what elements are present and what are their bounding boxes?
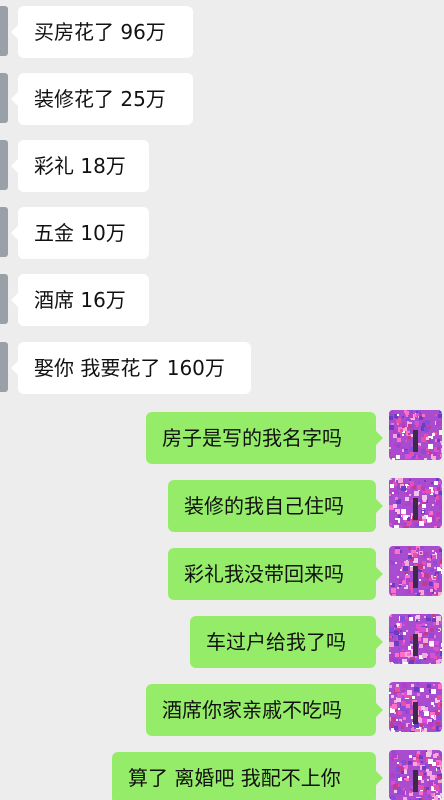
- sent-message[interactable]: 酒席你家亲戚不吃吗: [146, 684, 383, 736]
- received-message[interactable]: 五金 10万: [11, 207, 149, 259]
- sent-message[interactable]: 彩礼我没带回来吗: [168, 548, 383, 600]
- contact-avatar[interactable]: [0, 274, 8, 324]
- sent-message[interactable]: 算了 离婚吧 我配不上你: [112, 752, 383, 800]
- contact-avatar[interactable]: [0, 73, 8, 123]
- chat-window: 买房花了 96万 装修花了 25万 彩礼 18万 五金 10万 酒席 16万 娶…: [0, 0, 444, 800]
- sent-message[interactable]: 房子是写的我名字吗: [146, 412, 383, 464]
- sent-message[interactable]: 车过户给我了吗: [190, 616, 383, 668]
- contact-avatar[interactable]: [0, 140, 8, 190]
- colorful-avatar-icon[interactable]: [389, 682, 442, 732]
- sent-message[interactable]: 装修的我自己住吗: [168, 480, 383, 532]
- received-message[interactable]: 娶你 我要花了 160万: [11, 342, 251, 394]
- colorful-avatar-icon[interactable]: [389, 410, 442, 460]
- received-message[interactable]: 装修花了 25万: [11, 73, 193, 125]
- received-message[interactable]: 买房花了 96万: [11, 6, 193, 58]
- colorful-avatar-icon[interactable]: [389, 478, 442, 528]
- colorful-avatar-icon[interactable]: [389, 750, 442, 800]
- colorful-avatar-icon[interactable]: [389, 614, 442, 664]
- contact-avatar[interactable]: [0, 342, 8, 392]
- colorful-avatar-icon[interactable]: [389, 546, 442, 596]
- received-message[interactable]: 彩礼 18万: [11, 140, 149, 192]
- contact-avatar[interactable]: [0, 6, 8, 56]
- contact-avatar[interactable]: [0, 207, 8, 257]
- received-message[interactable]: 酒席 16万: [11, 274, 149, 326]
